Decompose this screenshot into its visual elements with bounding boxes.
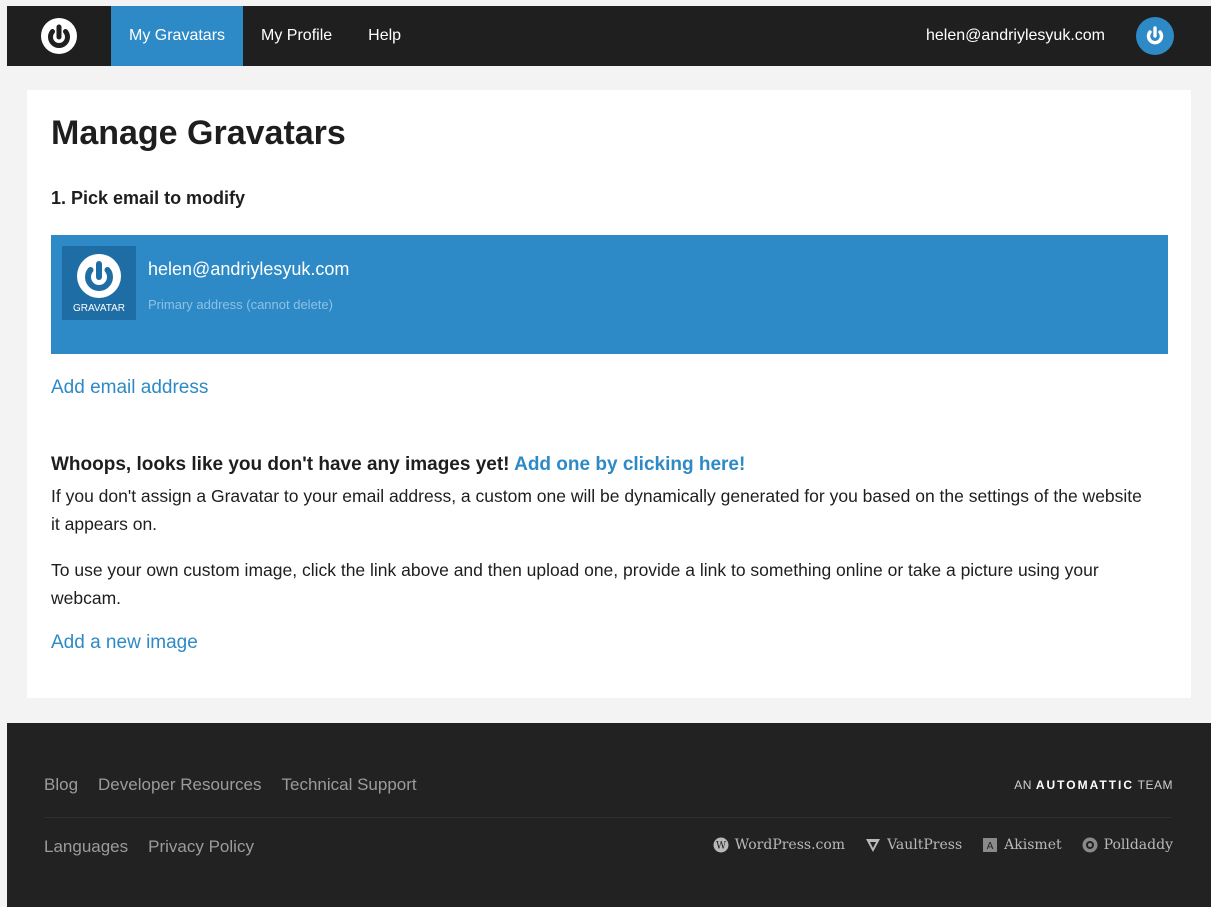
manage-gravatars-card: Manage Gravatars 1. Pick email to modify… <box>27 90 1191 698</box>
nav-help[interactable]: Help <box>350 6 419 66</box>
empty-state-paragraph-2: To use your own custom image, click the … <box>51 560 1099 608</box>
add-new-image-link[interactable]: Add a new image <box>51 632 198 654</box>
nav-my-gravatars[interactable]: My Gravatars <box>111 6 244 66</box>
brand-wordpress[interactable]: W WordPress.com <box>713 837 845 853</box>
top-nav-bar: My Gravatars My Profile Help helen@andri… <box>7 6 1211 66</box>
footer-link-languages[interactable]: Languages <box>44 837 128 857</box>
automattic-team-badge[interactable]: AN AUTOMATTIC TEAM <box>1014 778 1173 792</box>
add-email-link[interactable]: Add email address <box>51 377 208 399</box>
footer-link-blog[interactable]: Blog <box>44 775 78 795</box>
add-one-link[interactable]: Add one by clicking here! <box>514 454 745 475</box>
user-email-link[interactable]: helen@andriylesyuk.com <box>926 6 1135 66</box>
brand-akismet[interactable]: A Akismet <box>982 837 1062 853</box>
footer: Blog Developer Resources Technical Suppo… <box>7 723 1211 907</box>
step-title: 1. Pick email to modify <box>51 188 246 208</box>
empty-state-text: Whoops, looks like you don't have any im… <box>51 454 510 475</box>
brand-wordpress-label: WordPress.com <box>734 837 846 853</box>
gravatar-avatar-icon <box>1136 17 1174 55</box>
brand-vaultpress[interactable]: VaultPress <box>865 837 962 853</box>
wordpress-icon: W <box>713 837 729 853</box>
automattic-brand: AUTOMATTIC <box>1035 778 1135 792</box>
page-title: Manage Gravatars <box>51 114 346 152</box>
vaultpress-icon <box>865 837 881 853</box>
automattic-prefix: AN <box>1014 778 1032 792</box>
email-subtitle: Primary address (cannot delete) <box>148 297 333 312</box>
footer-link-developer-resources[interactable]: Developer Resources <box>98 775 261 795</box>
svg-text:W: W <box>716 841 727 852</box>
email-address: helen@andriylesyuk.com <box>148 259 350 279</box>
email-row-selected[interactable]: GRAVATAR helen@andriylesyuk.com Primary … <box>51 235 1168 354</box>
footer-brands: W WordPress.com VaultPress A Akismet Pol… <box>713 837 1173 853</box>
brand-vaultpress-label: VaultPress <box>887 837 963 853</box>
brand-akismet-label: Akismet <box>1004 837 1062 853</box>
gravatar-default-icon <box>77 253 121 298</box>
footer-links-secondary: Languages Privacy Policy <box>44 837 254 857</box>
gravatar-tile-label: GRAVATAR <box>72 302 126 314</box>
brand-polldaddy-label: Polldaddy <box>1103 837 1173 853</box>
footer-link-technical-support[interactable]: Technical Support <box>282 775 417 795</box>
footer-divider <box>44 817 1172 818</box>
empty-state-heading: Whoops, looks like you don't have any im… <box>51 454 1151 476</box>
empty-state-paragraph-1: If you don't assign a Gravatar to your e… <box>51 486 1142 534</box>
akismet-icon: A <box>982 837 998 853</box>
user-avatar[interactable] <box>1135 6 1175 66</box>
polldaddy-icon <box>1082 837 1098 853</box>
nav-my-profile[interactable]: My Profile <box>243 6 350 66</box>
gravatar-logo-icon[interactable] <box>7 6 111 66</box>
footer-link-privacy-policy[interactable]: Privacy Policy <box>148 837 254 857</box>
brand-polldaddy[interactable]: Polldaddy <box>1082 837 1173 853</box>
automattic-suffix: TEAM <box>1137 778 1173 792</box>
gravatar-tile: GRAVATAR <box>62 246 136 320</box>
footer-links-primary: Blog Developer Resources Technical Suppo… <box>44 775 417 795</box>
svg-text:A: A <box>987 841 994 852</box>
